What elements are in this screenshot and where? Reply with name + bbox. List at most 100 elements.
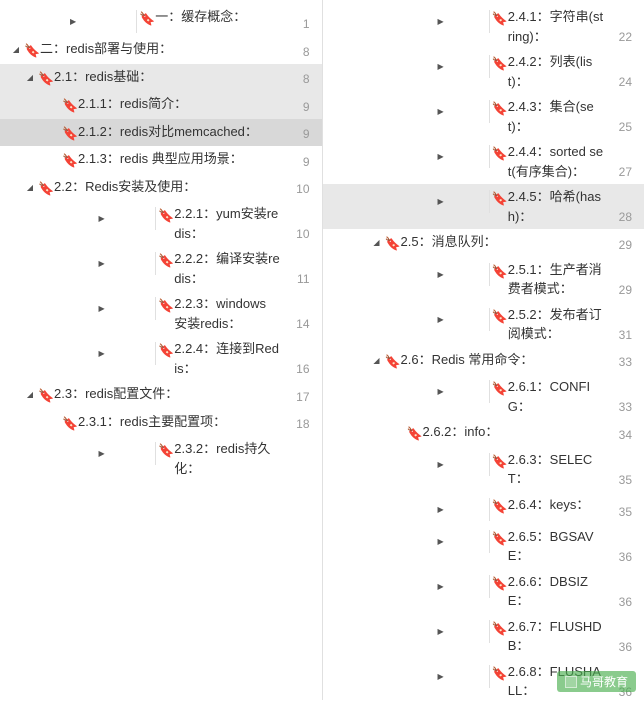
outline-item[interactable]: 🔖2.4.2：列表(list)：24 — [323, 49, 644, 94]
chevron-right-icon[interactable] — [393, 498, 490, 521]
chevron-down-icon[interactable] — [371, 235, 383, 250]
outline-item[interactable]: 🔖2.5.2：发布者订阅模式：31 — [323, 302, 644, 347]
outline-item[interactable]: 🔖2.3.1：redis主要配置项：18 — [0, 409, 322, 437]
chevron-right-icon[interactable] — [48, 252, 156, 275]
outline-item[interactable]: 🔖2.6.5：BGSAVE：36 — [323, 524, 644, 569]
bookmark-icon: 🔖 — [139, 9, 151, 29]
page-number: 36 — [608, 593, 632, 611]
outline-item-label: 2.3：redis配置文件： — [54, 384, 286, 404]
chevron-right-icon[interactable] — [48, 207, 156, 230]
page-number: 22 — [608, 28, 632, 46]
watermark-badge: 马哥教育 — [557, 671, 636, 692]
outline-item-label: 2.6.4：keys： — [508, 495, 608, 515]
page-number: 10 — [286, 225, 310, 243]
outline-item-label: 2.4.5：哈希(hash)： — [508, 187, 608, 226]
bookmark-icon: 🔖 — [492, 379, 504, 399]
outline-item[interactable]: 🔖2.6：Redis 常用命令：33 — [323, 347, 644, 375]
watermark-icon — [565, 676, 577, 688]
chevron-right-icon[interactable] — [393, 100, 490, 123]
outline-item[interactable]: 🔖2.2.2：编译安装redis：11 — [0, 246, 322, 291]
chevron-right-icon[interactable] — [10, 10, 137, 33]
bookmark-icon: 🔖 — [158, 251, 170, 271]
page-number: 11 — [286, 270, 310, 288]
outline-item[interactable]: 🔖二：redis部署与使用：8 — [0, 36, 322, 64]
chevron-down-icon[interactable] — [24, 180, 36, 195]
outline-item[interactable]: 🔖2.4.5：哈希(hash)：28 — [323, 184, 644, 229]
chevron-down-icon[interactable] — [10, 42, 22, 57]
outline-item-label: 2.6.6：DBSIZE： — [508, 572, 608, 611]
chevron-right-icon[interactable] — [393, 190, 490, 213]
outline-item[interactable]: 🔖2.6.4：keys：35 — [323, 492, 644, 524]
outline-item[interactable]: 🔖2.4.3：集合(set)：25 — [323, 94, 644, 139]
bookmark-icon: 🔖 — [38, 386, 50, 406]
bookmark-icon: 🔖 — [492, 529, 504, 549]
outline-item-label: 2.2.4：连接到Redis： — [174, 339, 285, 378]
chevron-right-icon[interactable] — [393, 530, 490, 553]
outline-item[interactable]: 🔖2.6.7：FLUSHDB：36 — [323, 614, 644, 659]
bookmark-icon: 🔖 — [38, 69, 50, 89]
outline-item-label: 2.6.1：CONFIG： — [508, 377, 608, 416]
outline-item[interactable]: 🔖2.6.2：info：34 — [323, 419, 644, 447]
outline-item-label: 2.4.1：字符串(string)： — [508, 7, 608, 46]
outline-item[interactable]: 🔖2.6.3：SELECT：35 — [323, 447, 644, 492]
chevron-down-icon[interactable] — [24, 70, 36, 85]
outline-item-label: 2.3.2：redis持久化： — [174, 439, 285, 478]
chevron-down-icon[interactable] — [24, 387, 36, 402]
bookmark-icon: 🔖 — [62, 151, 74, 171]
outline-item[interactable]: 🔖2.4.4：sorted set(有序集合)：27 — [323, 139, 644, 184]
chevron-right-icon[interactable] — [48, 442, 156, 465]
outline-item-label: 2.3.1：redis主要配置项： — [78, 412, 286, 432]
outline-item[interactable]: 🔖2.6.1：CONFIG：33 — [323, 374, 644, 419]
chevron-right-icon[interactable] — [393, 453, 490, 476]
bookmark-icon: 🔖 — [492, 99, 504, 119]
bookmark-icon: 🔖 — [407, 424, 419, 444]
outline-item[interactable]: 🔖2.3.2：redis持久化： — [0, 436, 322, 481]
bookmark-icon: 🔖 — [158, 206, 170, 226]
bookmark-icon: 🔖 — [492, 189, 504, 209]
bookmark-icon: 🔖 — [385, 352, 397, 372]
bookmark-icon: 🔖 — [158, 296, 170, 316]
page-number: 36 — [608, 638, 632, 656]
outline-item[interactable]: 🔖2.2.3：windows 安装redis：14 — [0, 291, 322, 336]
outline-item[interactable]: 🔖2.1.2：redis对比memcached：9 — [0, 119, 322, 147]
bookmark-icon: 🔖 — [492, 262, 504, 282]
outline-item[interactable]: 🔖2.2.1：yum安装redis：10 — [0, 201, 322, 246]
outline-item[interactable]: 🔖2.6.6：DBSIZE：36 — [323, 569, 644, 614]
page-number: 27 — [608, 163, 632, 181]
chevron-right-icon[interactable] — [393, 10, 490, 33]
page-number: 28 — [608, 208, 632, 226]
outline-item[interactable]: 🔖2.5.1：生产者消费者模式：29 — [323, 257, 644, 302]
page-number: 14 — [286, 315, 310, 333]
outline-item-label: 2.4.4：sorted set(有序集合)： — [508, 142, 608, 181]
page-number: 10 — [286, 180, 310, 198]
bookmark-icon: 🔖 — [24, 41, 36, 61]
outline-item[interactable]: 🔖2.1.3：redis 典型应用场景：9 — [0, 146, 322, 174]
outline-item-label: 2.2：Redis安装及使用： — [54, 177, 286, 197]
outline-item[interactable]: 🔖2.3：redis配置文件：17 — [0, 381, 322, 409]
chevron-right-icon[interactable] — [393, 145, 490, 168]
outline-item-label: 二：redis部署与使用： — [40, 39, 286, 59]
outline-item[interactable]: 🔖2.2.4：连接到Redis：16 — [0, 336, 322, 381]
outline-item[interactable]: 🔖2.1：redis基础：8 — [0, 64, 322, 92]
chevron-right-icon[interactable] — [393, 620, 490, 643]
chevron-right-icon[interactable] — [393, 380, 490, 403]
outline-item[interactable]: 🔖2.4.1：字符串(string)：22 — [323, 4, 644, 49]
chevron-right-icon[interactable] — [393, 55, 490, 78]
chevron-down-icon[interactable] — [371, 353, 383, 368]
outline-item[interactable]: 🔖2.5：消息队列：29 — [323, 229, 644, 257]
page-number: 33 — [608, 353, 632, 371]
bookmark-icon: 🔖 — [492, 452, 504, 472]
chevron-right-icon[interactable] — [393, 263, 490, 286]
outline-item[interactable]: 🔖2.2：Redis安装及使用：10 — [0, 174, 322, 202]
page-number: 29 — [608, 236, 632, 254]
outline-item[interactable]: 🔖一：缓存概念：1 — [0, 4, 322, 36]
page-number: 25 — [608, 118, 632, 136]
outline-item[interactable]: 🔖2.1.1：redis简介：9 — [0, 91, 322, 119]
chevron-right-icon[interactable] — [48, 297, 156, 320]
chevron-right-icon[interactable] — [48, 342, 156, 365]
bookmark-icon: 🔖 — [158, 441, 170, 461]
watermark-text: 马哥教育 — [580, 673, 628, 690]
chevron-right-icon[interactable] — [393, 665, 490, 688]
chevron-right-icon[interactable] — [393, 308, 490, 331]
chevron-right-icon[interactable] — [393, 575, 490, 598]
